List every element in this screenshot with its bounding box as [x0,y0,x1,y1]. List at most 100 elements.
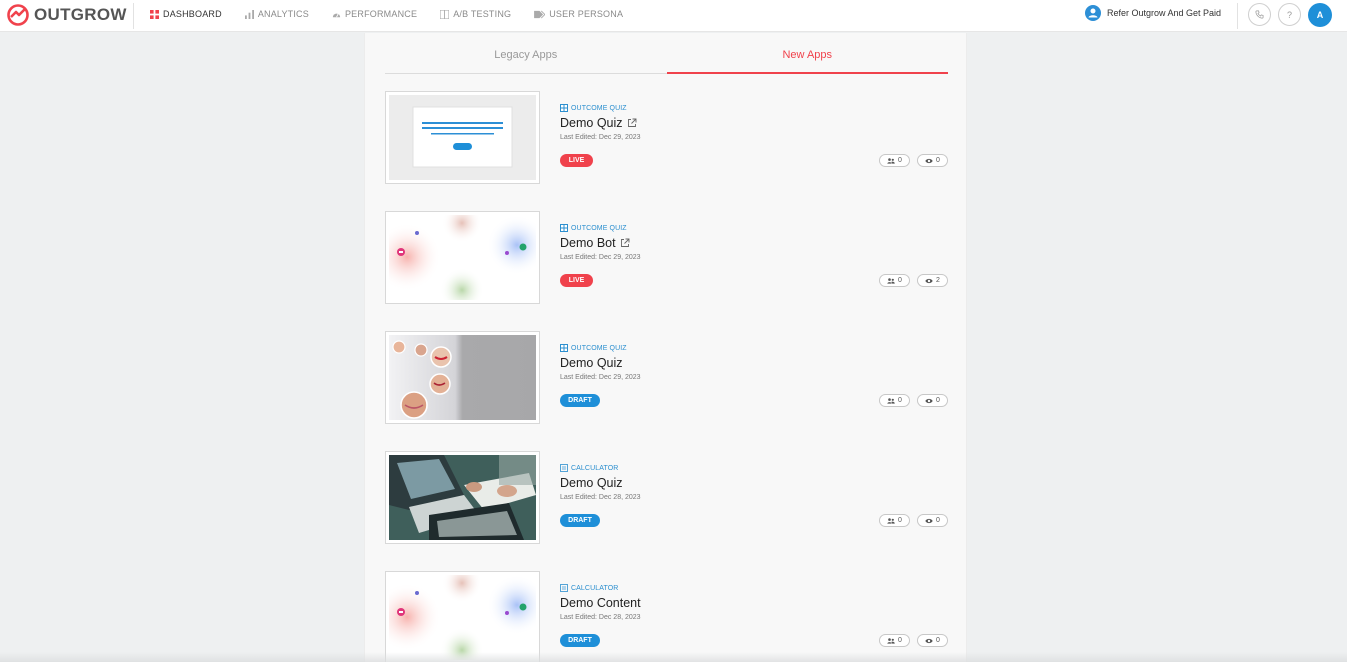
app-card: OUTCOME QUIZ Demo Bot Last Edited: Dec 29,… [385,211,948,305]
app-name: Demo Quiz [560,116,623,130]
leads-value: 0 [898,517,902,524]
last-edited-date: Last Edited: Dec 28, 2023 [560,614,641,621]
outgrow-logo[interactable]: OUTGROW [6,3,127,27]
app-info: OUTCOME QUIZ Demo Quiz Last Edited: Dec 29… [560,104,641,141]
app-thumbnail[interactable] [385,91,540,184]
app-card: CALCULATOR Demo Content Last Edited: Dec 2… [385,571,948,662]
status-badge: LIVE [560,274,593,287]
users-icon [887,517,895,524]
outgrow-logo-icon [7,4,29,26]
users-icon [887,277,895,284]
app-name-link[interactable]: Demo Quiz [560,476,641,490]
eye-icon [925,398,933,403]
avatar[interactable]: A [1308,3,1332,27]
app-thumbnail[interactable] [385,571,540,662]
nav-analytics[interactable]: ANALYTICS [244,9,309,19]
app-type: CALCULATOR [560,584,641,592]
status-badge: LIVE [560,154,593,167]
views-count: 2 [917,274,948,287]
nav-dashboard-label: DASHBOARD [163,9,222,19]
nav-performance[interactable]: PERFORMANCE [332,9,417,19]
apps-tabs: Legacy Apps New Apps [385,41,948,74]
tags-icon [534,10,546,18]
views-count: 0 [917,154,948,167]
app-card: OUTCOME QUIZ Demo Quiz Last Edited: Dec 29… [385,331,948,425]
eye-icon [925,278,933,283]
views-count: 0 [917,634,948,647]
status-badge: DRAFT [560,634,600,647]
bar-chart-icon [244,9,254,19]
app-thumbnail[interactable] [385,331,540,424]
external-link-icon[interactable] [627,118,637,128]
app-info: CALCULATOR Demo Content Last Edited: Dec 2… [560,584,641,621]
status-badge: DRAFT [560,514,600,527]
app-name-link[interactable]: Demo Quiz [560,116,641,130]
leads-value: 0 [898,277,902,284]
eye-icon [925,638,933,643]
app-name: Demo Quiz [560,476,623,490]
app-thumbnail[interactable] [385,451,540,544]
app-name: Demo Quiz [560,356,623,370]
app-type-label: OUTCOME QUIZ [571,104,627,112]
app-name-link[interactable]: Demo Bot [560,236,641,250]
tab-new-apps[interactable]: New Apps [666,41,949,74]
app-type-label: CALCULATOR [571,464,619,472]
nav-dashboard[interactable]: DASHBOARD [150,9,222,19]
top-navbar: OUTGROW DASHBOARD ANALYTICS PERFORMANCE [0,0,1347,32]
tab-legacy-apps[interactable]: Legacy Apps [385,41,667,73]
app-type-label: OUTCOME QUIZ [571,224,627,232]
phone-button[interactable] [1248,3,1271,26]
leads-count: 0 [879,274,910,287]
app-type-label: OUTCOME QUIZ [571,344,627,352]
avatar-initial: A [1316,10,1324,20]
app-card: CALCULATOR Demo Quiz Last Edited: Dec 28, … [385,451,948,545]
nav-performance-label: PERFORMANCE [344,9,418,19]
eye-icon [925,518,933,523]
app-type: OUTCOME QUIZ [560,104,641,112]
app-type: OUTCOME QUIZ [560,344,641,352]
grid-icon [150,9,159,19]
users-icon [887,397,895,404]
calculator-icon [560,464,568,472]
eye-icon [925,158,933,163]
views-value: 0 [936,637,940,644]
app-info: OUTCOME QUIZ Demo Bot Last Edited: Dec 29,… [560,224,641,261]
apps-panel: Legacy Apps New Apps OUTCOME QUIZ Demo Qu… [364,33,967,662]
calculator-icon [560,584,568,592]
external-link-icon[interactable] [620,238,630,248]
main-nav: DASHBOARD ANALYTICS PERFORMANCE A/B TEST… [150,0,646,28]
views-value: 0 [936,157,940,164]
last-edited-date: Last Edited: Dec 29, 2023 [560,134,641,141]
app-type: CALCULATOR [560,464,641,472]
leads-value: 0 [898,397,902,404]
status-badge: DRAFT [560,394,600,407]
refer-user-icon [1085,5,1101,21]
outcome-quiz-icon [560,104,568,112]
app-name-link[interactable]: Demo Quiz [560,356,641,370]
views-value: 0 [936,517,940,524]
views-count: 0 [917,514,948,527]
app-info: CALCULATOR Demo Quiz Last Edited: Dec 28, … [560,464,641,501]
app-type-label: CALCULATOR [571,584,619,592]
app-name: Demo Bot [560,236,616,250]
app-name: Demo Content [560,596,641,610]
app-card: OUTCOME QUIZ Demo Quiz Last Edited: Dec 29… [385,91,948,185]
refer-link[interactable]: Refer Outgrow And Get Paid [1085,5,1221,21]
help-button[interactable]: ? [1278,3,1301,26]
views-value: 0 [936,397,940,404]
leads-count: 0 [879,154,910,167]
nav-ab-testing[interactable]: A/B TESTING [440,9,511,19]
users-icon [887,637,895,644]
outcome-quiz-icon [560,344,568,352]
divider [133,3,134,29]
gauge-icon [332,12,341,17]
leads-value: 0 [898,637,902,644]
phone-icon [1255,10,1264,19]
nav-user-persona-label: USER PERSONA [549,9,624,19]
app-thumbnail[interactable] [385,211,540,304]
app-name-link[interactable]: Demo Content [560,596,641,610]
nav-user-persona[interactable]: USER PERSONA [534,9,623,19]
users-icon [887,157,895,164]
outcome-quiz-icon [560,224,568,232]
refer-label: Refer Outgrow And Get Paid [1107,8,1222,18]
